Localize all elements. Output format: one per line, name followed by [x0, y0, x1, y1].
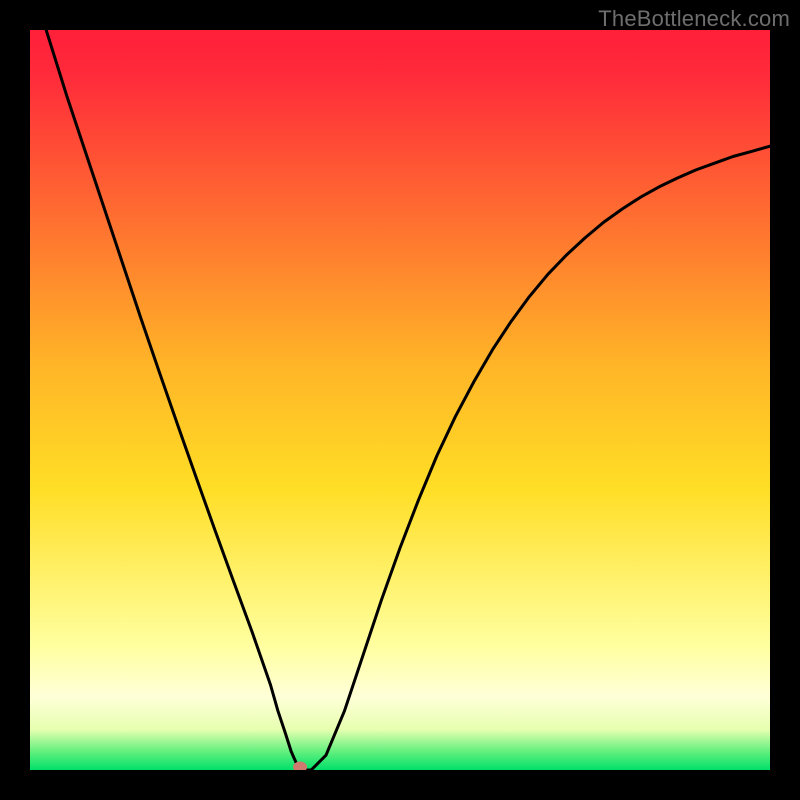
chart-frame: TheBottleneck.com: [0, 0, 800, 800]
gradient-background: [30, 30, 770, 770]
watermark-label: TheBottleneck.com: [598, 6, 790, 32]
bottleneck-chart: [30, 30, 770, 770]
chart-plot-area: [30, 30, 770, 770]
